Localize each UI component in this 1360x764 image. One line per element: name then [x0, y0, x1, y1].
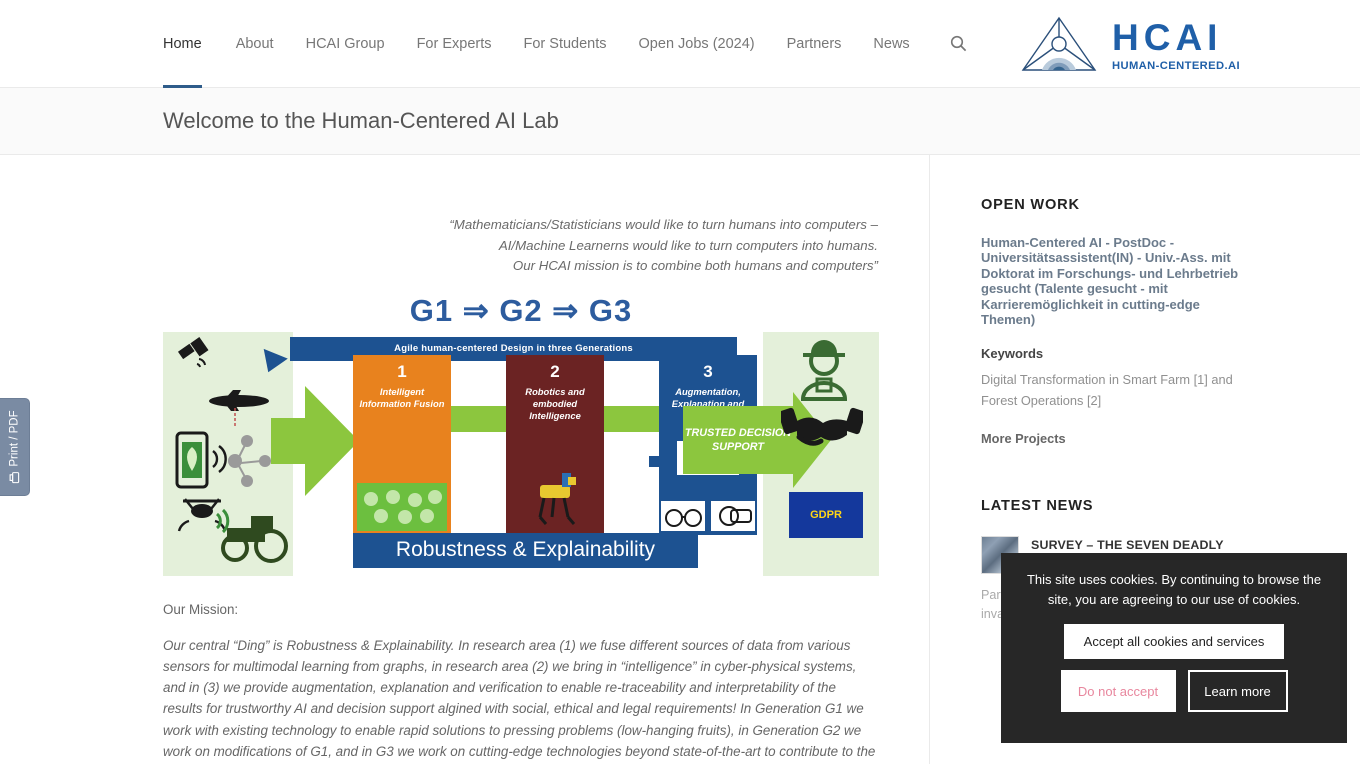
learn-more-button[interactable]: Learn more — [1187, 670, 1288, 712]
keywords-label: Keywords — [981, 346, 1044, 362]
satellite-icon — [177, 336, 209, 367]
nav-item-open-jobs[interactable]: Open Jobs (2024) — [623, 0, 771, 88]
green-connector-1 — [448, 405, 510, 432]
farmer-person-icon — [800, 339, 848, 401]
green-inflow-arrow-icon — [271, 385, 359, 496]
mission-label: Our Mission: — [163, 601, 239, 617]
box-2-number: 2 — [550, 361, 560, 381]
green-connector-2 — [601, 405, 663, 432]
crop-field-icon — [357, 482, 447, 531]
logo-subtitle: HUMAN-CENTERED.AI — [1112, 59, 1240, 72]
cookie-consent-banner: This site uses cookies. By continuing to… — [1001, 553, 1347, 743]
nav-item-partners[interactable]: Partners — [771, 0, 858, 88]
logo-wordmark: HCAI HUMAN-CENTERED.AI — [1112, 19, 1240, 72]
mission-quote: “Mathematicians/Statisticians would like… — [163, 215, 878, 277]
box-1-label: Intelligent Information Fusion — [359, 385, 445, 409]
accept-all-cookies-button[interactable]: Accept all cookies and services — [1064, 624, 1284, 659]
more-projects-link[interactable]: More Projects — [981, 431, 1250, 446]
main-navigation: Home About HCAI Group For Experts For St… — [163, 0, 972, 88]
latest-news-heading: LATEST NEWS — [981, 498, 1094, 515]
open-work-heading: OPEN WORK — [981, 197, 1080, 213]
diagram-box-1: 1 Intelligent Information Fusion — [353, 354, 451, 535]
open-work-job-link[interactable]: Human-Centered AI - PostDoc - Universitä… — [981, 235, 1250, 327]
cookie-button-row: Do not accept Learn more — [1019, 670, 1329, 712]
gdpr-label: GDPR — [810, 508, 842, 521]
hcai-eye-triangle-logo-icon — [1020, 14, 1098, 76]
search-icon[interactable] — [946, 31, 972, 57]
hcai-generations-diagram: G1 ⇒ G2 ⇒ G3 Agile human-centered Design… — [163, 290, 879, 576]
page-title-bar: Welcome to the Human-Centered AI Lab — [0, 88, 1360, 155]
tractor-icon — [215, 508, 288, 563]
box-1-number: 1 — [397, 361, 407, 381]
gdpr-flag-icon: GDPR — [789, 491, 863, 538]
quote-line-1: “Mathematicians/Statisticians would like… — [449, 217, 878, 232]
site-logo[interactable]: HCAI HUMAN-CENTERED.AI — [1020, 14, 1240, 76]
mission-body: Our central “Ding” is Robustness & Expla… — [163, 637, 876, 759]
diagram-title: G1 ⇒ G2 ⇒ G3 — [409, 292, 633, 328]
quote-line-2: AI/Machine Learnerns would like to turn … — [498, 237, 878, 253]
cookie-message: This site uses cookies. By continuing to… — [1026, 572, 1322, 607]
printer-icon — [9, 472, 20, 484]
nav-item-home[interactable]: Home — [163, 0, 220, 88]
airplane-icon — [209, 389, 269, 427]
nav-item-news[interactable]: News — [857, 0, 925, 88]
box-3-number: 3 — [703, 361, 713, 381]
robot-dog-icon — [538, 472, 576, 525]
box-2-label: Robotics and embodied Intelligence — [525, 385, 585, 421]
nav-item-for-experts[interactable]: For Experts — [401, 0, 508, 88]
nav-item-about[interactable]: About — [220, 0, 290, 88]
quote-line-3: Our HCAI mission is to combine both huma… — [512, 258, 878, 273]
nav-item-for-students[interactable]: For Students — [508, 0, 623, 88]
smartphone-leaf-icon — [175, 431, 271, 488]
keywords-value: Digital Transformation in Smart Farm [1]… — [981, 372, 1233, 409]
print-pdf-label: Print / PDF — [8, 410, 21, 467]
main-column: “Mathematicians/Statisticians would like… — [0, 155, 930, 764]
robustness-explainability-banner: Robustness & Explainability — [353, 532, 698, 568]
handshake-icon — [781, 407, 863, 446]
site-header: Home About HCAI Group For Experts For St… — [0, 0, 1360, 88]
do-not-accept-button[interactable]: Do not accept — [1060, 670, 1176, 712]
glasses-icon — [661, 500, 705, 531]
print-pdf-widget[interactable]: Print / PDF — [0, 398, 30, 496]
diagram-box-2: 2 Robotics and embodied Intelligence — [506, 354, 604, 535]
page-title: Welcome to the Human-Centered AI Lab — [163, 108, 559, 133]
vr-headset-icon — [711, 500, 755, 531]
print-pdf-inner: Print / PDF — [8, 410, 21, 484]
trusted-decision-support-arrow: TRUSTED DECISION SUPPORT — [683, 391, 831, 488]
nav-item-hcai-group[interactable]: HCAI Group — [290, 0, 401, 88]
logo-title: HCAI — [1112, 16, 1223, 58]
